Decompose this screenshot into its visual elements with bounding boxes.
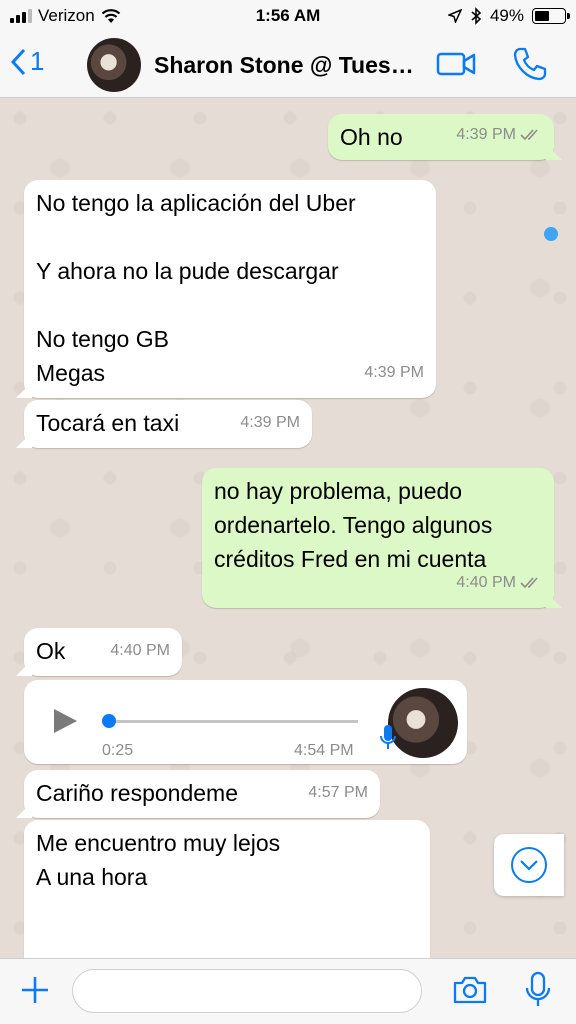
message-bubble-incoming[interactable]: No tengo la aplicación del Uber Y ahora … bbox=[24, 180, 436, 398]
read-receipt-icon bbox=[520, 577, 538, 589]
message-time: 4:40 PM bbox=[110, 642, 170, 659]
voice-duration: 0:25 bbox=[102, 742, 134, 759]
message-bubble-incoming[interactable]: Ok 4:40 PM bbox=[24, 628, 182, 676]
microphone-icon bbox=[525, 971, 551, 1006]
message-time: 4:39 PM bbox=[364, 364, 424, 381]
message-time: 4:57 PM bbox=[308, 784, 368, 801]
message-input[interactable] bbox=[72, 969, 422, 1013]
play-button[interactable] bbox=[52, 708, 78, 743]
message-time: 4:40 PM bbox=[456, 574, 516, 591]
back-button[interactable]: 1 bbox=[10, 46, 44, 77]
back-chevron-icon bbox=[10, 48, 26, 75]
battery-fill bbox=[535, 11, 549, 21]
message-time: 4:39 PM bbox=[240, 414, 300, 431]
chat-area[interactable]: Oh no 4:39 PM No tengo la aplicación del… bbox=[0, 98, 576, 958]
message-bubble-incoming[interactable]: Me encuentro muy lejos A una hora bbox=[24, 820, 430, 958]
attach-button[interactable] bbox=[20, 975, 50, 1010]
camera-button[interactable] bbox=[452, 975, 488, 1010]
voice-scrubber[interactable] bbox=[102, 714, 116, 728]
message-bubble-incoming[interactable]: Tocará en taxi 4:39 PM bbox=[24, 400, 312, 448]
play-icon bbox=[54, 709, 77, 733]
message-text: Me encuentro muy lejos A una hora bbox=[36, 830, 281, 890]
battery-percent: 49% bbox=[489, 6, 524, 25]
message-text: no hay problema, puedo ordenartelo. Teng… bbox=[214, 478, 493, 572]
voice-message[interactable]: 0:25 4:54 PM bbox=[24, 680, 467, 764]
chevron-down-circle-icon bbox=[511, 847, 547, 883]
message-bubble-outgoing[interactable]: Oh no 4:39 PM bbox=[328, 114, 554, 160]
battery-icon bbox=[532, 8, 570, 24]
video-call-icon bbox=[436, 52, 476, 76]
message-bubble-outgoing[interactable]: no hay problema, puedo ordenartelo. Teng… bbox=[202, 468, 554, 608]
voice-call-button[interactable] bbox=[512, 46, 548, 87]
status-right: 49% bbox=[447, 6, 570, 26]
message-meta: 4:40 PM bbox=[110, 634, 170, 668]
message-meta: 4:39 PM bbox=[456, 118, 542, 152]
voice-record-button[interactable] bbox=[524, 971, 552, 1014]
new-message-indicator bbox=[544, 227, 558, 241]
message-time: 4:39 PM bbox=[456, 126, 516, 143]
read-receipt-icon bbox=[520, 129, 538, 141]
message-meta: 4:40 PM bbox=[456, 566, 542, 600]
message-meta: 4:39 PM bbox=[240, 406, 300, 440]
camera-icon bbox=[453, 976, 487, 1004]
input-bar bbox=[0, 958, 576, 1024]
microphone-icon bbox=[380, 725, 396, 749]
phone-call-icon bbox=[513, 47, 547, 81]
message-meta: 4:39 PM bbox=[364, 356, 424, 390]
scroll-to-bottom-button[interactable] bbox=[494, 834, 564, 896]
contact-avatar[interactable] bbox=[87, 38, 141, 92]
message-time: 4:54 PM bbox=[294, 742, 354, 759]
back-count: 1 bbox=[30, 46, 45, 76]
voice-sender-avatar bbox=[388, 688, 458, 758]
location-arrow-icon bbox=[447, 9, 462, 23]
contact-name[interactable]: Sharon Stone @ Tues… bbox=[154, 52, 424, 79]
bluetooth-icon bbox=[471, 7, 482, 25]
message-bubble-incoming[interactable]: Cariño respondeme 4:57 PM bbox=[24, 770, 380, 818]
status-bar: Verizon 1:56 AM 49% bbox=[0, 0, 576, 34]
video-call-button[interactable] bbox=[436, 50, 476, 83]
voice-progress-track[interactable] bbox=[104, 720, 358, 723]
message-meta: 4:57 PM bbox=[308, 776, 368, 810]
plus-icon bbox=[22, 977, 48, 1003]
chat-header: 1 Sharon Stone @ Tues… bbox=[0, 34, 576, 98]
